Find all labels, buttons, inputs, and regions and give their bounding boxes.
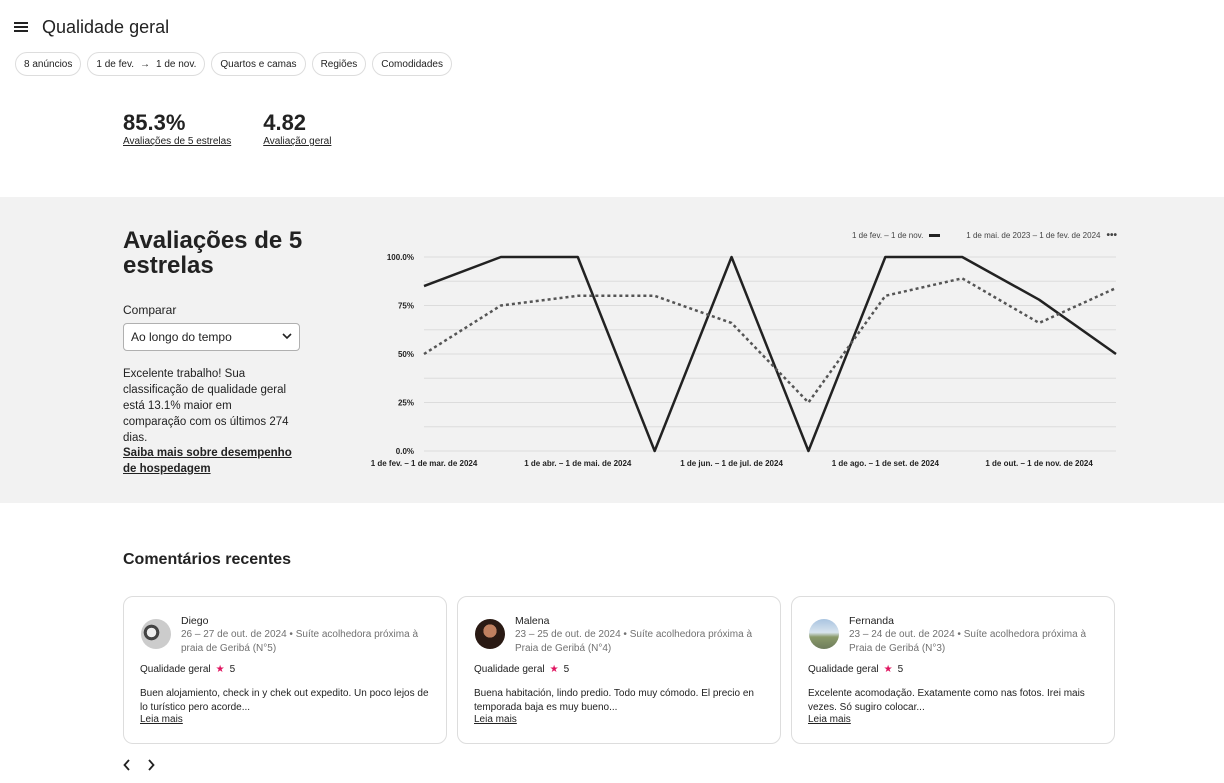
rooms-filter-label: Quartos e camas [220,58,297,70]
compare-label: Comparar [123,303,177,317]
arrow-right-icon: → [140,58,150,70]
star-icon: ★ [883,664,893,675]
date-to-label: 1 de nov. [156,58,197,70]
five-star-line-chart: 100.0% 75% 50% 25% 0.0% 1 de fev. – 1 de mar.… [371,253,1117,468]
recent-reviews-title: Comentários recentes [123,551,292,568]
rating-row: Qualidade geral ★ 5 [808,664,903,675]
rating-value: 5 [897,664,904,675]
amenities-filter-label: Comodidades [381,58,443,70]
listings-filter-label: 8 anúncios [24,58,73,70]
review-text: Buen alojamiento, check in y chek out ex… [140,688,429,713]
chevron-down-icon [282,332,292,343]
learn-more-link[interactable]: Saiba mais sobre desempenho de hospedage… [123,445,308,477]
five-star-section: Avaliações de 5 estrelas Comparar Ao lon… [0,197,1224,503]
review-pager [122,757,156,773]
page-title: Qualidade geral [42,17,170,37]
rating-value: 5 [229,664,236,675]
review-meta: 26 – 27 de out. de 2024 • Suíte acolhedo… [181,629,419,654]
top-header: Qualidade geral [0,0,1224,56]
five-star-value: 85.3% [123,110,186,135]
overall-rating-stat: 4.82 Avaliação geral [263,110,331,147]
avatar [141,619,171,649]
x-tick-label: 1 de fev. – 1 de mar. de 2024 [371,459,478,468]
review-meta: 23 – 25 de out. de 2024 • Suíte acolhedo… [515,629,753,654]
date-range-filter-button[interactable]: 1 de fev. → 1 de nov. [87,52,206,76]
x-tick-label: 1 de ago. – 1 de set. de 2024 [832,459,940,468]
read-more-link[interactable]: Leia mais [808,714,851,725]
overall-rating-value: 4.82 [263,110,307,135]
reviewer-name: Malena [515,615,550,627]
reviewer-name: Fernanda [849,615,894,627]
y-tick-label: 50% [398,350,414,359]
rating-label: Qualidade geral [140,664,211,675]
regions-filter-button[interactable]: Regiões [311,52,367,76]
review-card[interactable]: Malena 23 – 25 de out. de 2024 • Suíte a… [457,596,781,744]
five-star-link[interactable]: Avaliações de 5 estrelas [123,136,231,147]
avatar [809,619,839,649]
avatar [475,619,505,649]
filter-bar: 8 anúncios 1 de fev. → 1 de nov. Quartos… [15,52,452,76]
read-more-link[interactable]: Leia mais [140,714,183,725]
overall-rating-link[interactable]: Avaliação geral [263,136,331,147]
read-more-link[interactable]: Leia mais [474,714,517,725]
summary-stats: 85.3% Avaliações de 5 estrelas 4.82 Aval… [123,110,331,147]
five-star-stat: 85.3% Avaliações de 5 estrelas [123,110,231,147]
hamburger-menu-icon[interactable] [14,22,28,34]
rating-row: Qualidade geral ★ 5 [474,664,569,675]
y-tick-label: 0.0% [396,447,414,456]
x-tick-label: 1 de jun. – 1 de jul. de 2024 [680,459,783,468]
review-card[interactable]: Fernanda 23 – 24 de out. de 2024 • Suíte… [791,596,1115,744]
amenities-filter-button[interactable]: Comodidades [372,52,452,76]
listings-filter-button[interactable]: 8 anúncios [15,52,82,76]
rating-row: Qualidade geral ★ 5 [140,664,235,675]
reviewer-name: Diego [181,615,209,627]
review-cards: Diego 26 – 27 de out. de 2024 • Suíte ac… [123,596,1115,744]
regions-filter-label: Regiões [320,58,358,70]
review-text: Buena habitación, lindo predio. Todo muy… [474,688,754,713]
review-text: Excelente acomodação. Exatamente como na… [808,688,1085,713]
rooms-filter-button[interactable]: Quartos e camas [211,52,306,76]
rating-label: Qualidade geral [808,664,879,675]
y-tick-label: 25% [398,399,414,408]
section-heading: Avaliações de 5 estrelas [123,227,303,279]
rating-value: 5 [563,664,570,675]
rating-label: Qualidade geral [474,664,545,675]
date-from-label: 1 de fev. [96,58,134,70]
star-icon: ★ [215,664,225,675]
review-meta: 23 – 24 de out. de 2024 • Suíte acolhedo… [849,629,1087,654]
x-tick-label: 1 de abr. – 1 de mai. de 2024 [524,459,632,468]
compare-select-value: Ao longo do tempo [131,330,232,344]
chevron-left-icon[interactable] [122,757,132,773]
review-card[interactable]: Diego 26 – 27 de out. de 2024 • Suíte ac… [123,596,447,744]
chevron-right-icon[interactable] [146,757,156,773]
star-icon: ★ [549,664,559,675]
series-line-previous [423,277,1117,404]
compare-select[interactable]: Ao longo do tempo [123,323,300,351]
y-tick-label: 75% [398,302,414,311]
y-tick-label: 100.0% [387,253,414,262]
x-tick-label: 1 de out. – 1 de nov. de 2024 [985,459,1093,468]
performance-description: Excelente trabalho! Sua classificação de… [123,368,289,444]
